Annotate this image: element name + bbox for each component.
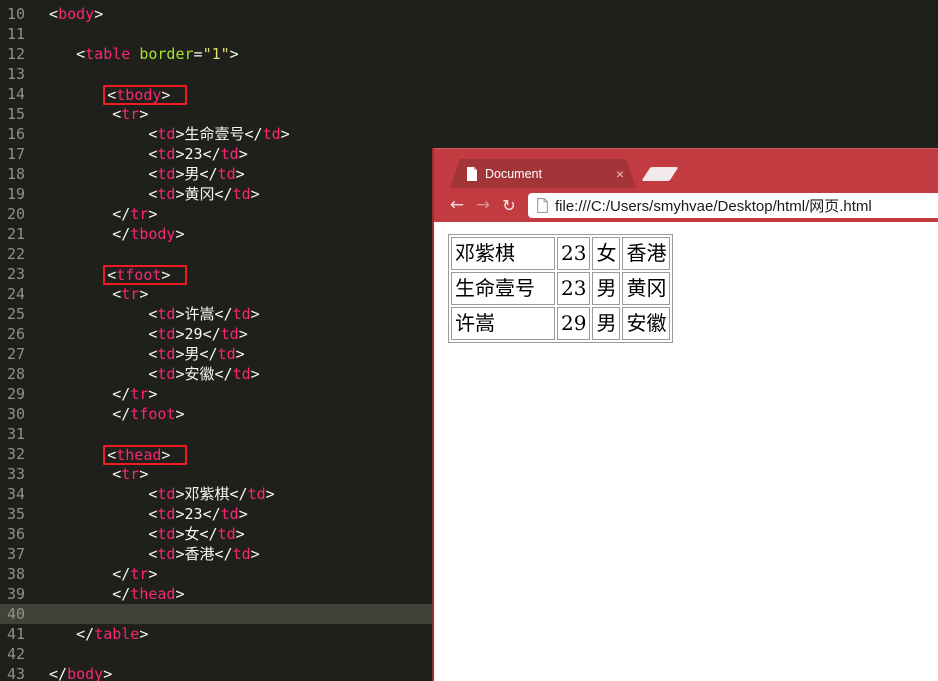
line-number: 13 <box>7 65 26 83</box>
line-number: 32 <box>7 445 26 463</box>
browser-content: 邓紫棋 23 女香港 生命壹号 23 男黄冈 许嵩 29 男安徽 <box>434 222 938 681</box>
table-cell: 23 <box>557 272 591 305</box>
table-cell: 许嵩 <box>451 307 555 340</box>
annotation-box: <thead> <box>103 444 188 465</box>
line-number: 34 <box>7 485 26 503</box>
browser-tab[interactable]: Document × <box>450 159 636 188</box>
new-tab-button[interactable] <box>641 167 679 181</box>
line-number: 38 <box>7 565 26 583</box>
line-number: 10 <box>7 5 26 23</box>
line-number: 33 <box>7 465 26 483</box>
code-line: <table border="1"> <box>76 45 239 63</box>
line-number: 21 <box>7 225 26 243</box>
browser-toolbar: ← → ↻ file:///C:/Users/smyhvae/Desktop/h… <box>434 188 938 222</box>
code-line: <body> <box>49 5 104 23</box>
table-cell: 男 <box>592 307 621 340</box>
forward-button[interactable]: → <box>470 195 496 215</box>
line-number: 31 <box>7 425 26 443</box>
line-number: 17 <box>7 145 26 163</box>
line-number: 18 <box>7 165 26 183</box>
screen: 10 11 12 13 14 15 16 17 18 19 20 21 22 23 24 25 26 27 28 29… <box>0 0 938 681</box>
line-number: 26 <box>7 325 26 343</box>
annotation-box: <tbody> <box>103 84 188 105</box>
rendered-table-body: 邓紫棋 23 女香港 生命壹号 23 男黄冈 许嵩 29 男安徽 <box>451 237 671 340</box>
code-line: <tbody> <box>40 84 938 105</box>
table-row: 生命壹号 23 男黄冈 <box>451 272 671 305</box>
table-cell: 29 <box>557 307 591 340</box>
table-row: 许嵩 29 男安徽 <box>451 307 671 340</box>
document-icon <box>466 167 478 181</box>
line-number: 28 <box>7 365 26 383</box>
line-number: 16 <box>7 125 26 143</box>
table-cell: 安徽 <box>622 307 671 340</box>
line-number: 41 <box>7 625 26 643</box>
table-cell: 邓紫棋 <box>451 237 555 270</box>
table-row: 邓紫棋 23 女香港 <box>451 237 671 270</box>
page-icon <box>536 197 549 213</box>
line-number: 25 <box>7 305 26 323</box>
line-number: 23 <box>7 265 26 283</box>
table-cell: 23 <box>557 237 591 270</box>
line-number: 11 <box>7 25 26 43</box>
tab-close-icon[interactable]: × <box>616 167 624 181</box>
line-number: 14 <box>7 85 26 103</box>
line-number: 35 <box>7 505 26 523</box>
line-number: 39 <box>7 585 26 603</box>
line-number: 42 <box>7 645 26 663</box>
code-line: <td>生命壹号</td> <box>148 125 290 143</box>
line-number: 20 <box>7 205 26 223</box>
code-line: <tr> <box>112 105 149 123</box>
annotation-box: <tfoot> <box>103 264 188 285</box>
table-cell: 女 <box>592 237 621 270</box>
line-number: 27 <box>7 345 26 363</box>
line-number: 24 <box>7 285 26 303</box>
line-number: 43 <box>7 665 26 681</box>
browser-window: Document × ← → ↻ file:///C:/Users/smyhva… <box>432 148 938 681</box>
line-number: 37 <box>7 545 26 563</box>
table-cell: 香港 <box>622 237 671 270</box>
line-number: 29 <box>7 385 26 403</box>
table-cell: 生命壹号 <box>451 272 555 305</box>
line-number: 22 <box>7 245 26 263</box>
refresh-button[interactable]: ↻ <box>496 196 522 215</box>
line-number: 19 <box>7 185 26 203</box>
line-number: 30 <box>7 405 26 423</box>
line-number: 15 <box>7 105 26 123</box>
address-bar[interactable]: file:///C:/Users/smyhvae/Desktop/html/网页… <box>528 192 938 218</box>
gutter: 10 11 12 13 14 15 16 17 18 19 20 21 22 23 24 25 26 27 28 29… <box>0 4 40 681</box>
back-button[interactable]: ← <box>444 195 470 215</box>
rendered-table: 邓紫棋 23 女香港 生命壹号 23 男黄冈 许嵩 29 男安徽 <box>448 234 674 343</box>
tab-title: Document <box>485 166 542 181</box>
line-number: 12 <box>7 45 26 63</box>
line-number: 40 <box>0 604 40 624</box>
line-number: 36 <box>7 525 26 543</box>
browser-tab-strip: Document × <box>434 148 938 188</box>
table-cell: 男 <box>592 272 621 305</box>
url-text: file:///C:/Users/smyhvae/Desktop/html/网页… <box>555 197 872 215</box>
table-cell: 黄冈 <box>622 272 671 305</box>
